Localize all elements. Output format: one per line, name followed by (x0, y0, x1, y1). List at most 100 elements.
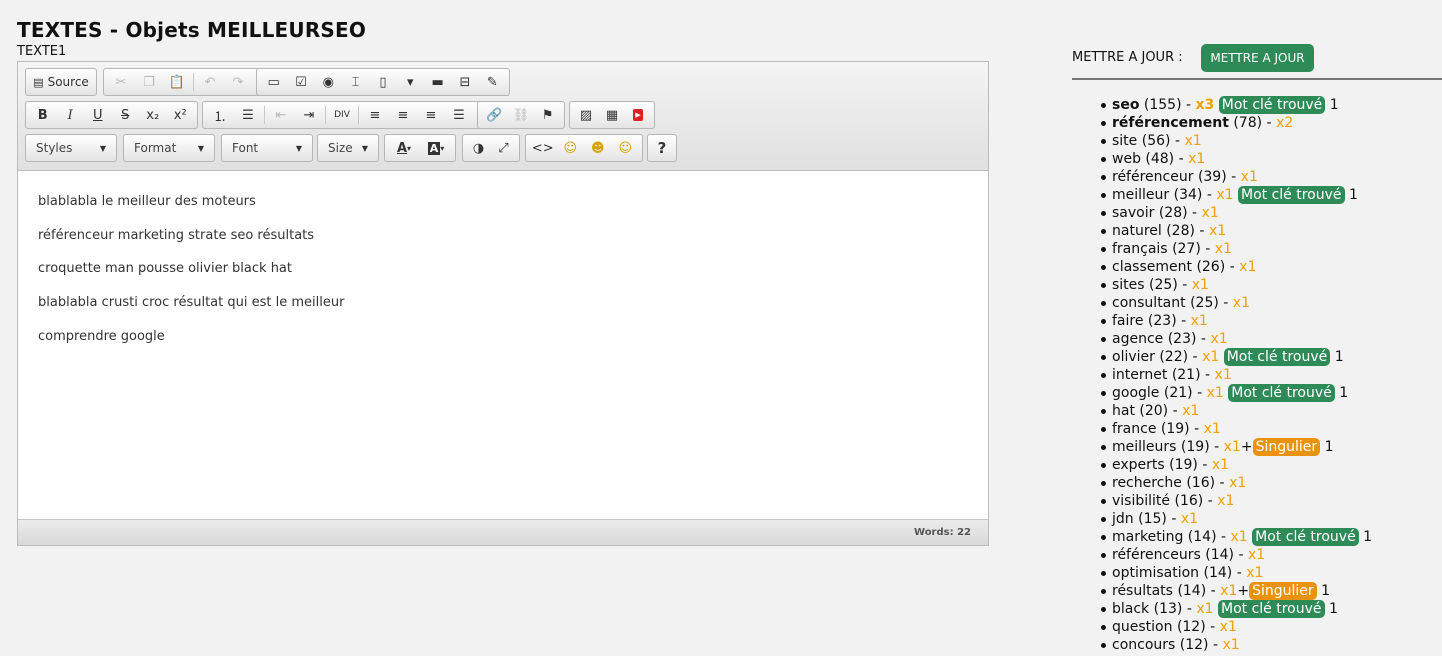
youtube-button[interactable]: ▶ (625, 104, 651, 126)
image-button[interactable]: ▨ (573, 104, 599, 126)
textfield-icon: ⌶ (351, 74, 360, 90)
hidden-field-button[interactable]: ✎ (479, 71, 506, 93)
keyword-separator: - (1219, 475, 1225, 491)
keyword-badge-count: 1 (1363, 529, 1373, 545)
text-name-label: TEXTE1 (17, 44, 67, 59)
keyword-word: savoir (1112, 205, 1155, 221)
keyword-count: (28) (1158, 205, 1188, 221)
align-left-button[interactable]: ≡ (361, 104, 389, 126)
keyword-multiplier: x1 (1214, 241, 1232, 257)
form-button-button[interactable]: ▬ (424, 71, 451, 93)
image-button-button[interactable]: ⊟ (451, 71, 478, 93)
keyword-count: (21) (1163, 385, 1193, 401)
separator (264, 106, 265, 124)
align-right-button[interactable]: ≡ (417, 104, 445, 126)
select-button[interactable]: ▾ (397, 71, 424, 93)
outdent-button[interactable]: ⇤ (267, 104, 295, 126)
align-center-button[interactable]: ≡ (389, 104, 417, 126)
maximize-button[interactable]: ⤢ (491, 137, 516, 159)
redo-button[interactable]: ↷ (224, 71, 252, 93)
subscript-button[interactable]: x₂ (139, 104, 167, 126)
code-button[interactable]: <> (529, 137, 557, 159)
radio-button[interactable]: ◉ (315, 71, 342, 93)
keyword-word: hat (1112, 403, 1135, 419)
bg-color-button[interactable]: A ▾ (420, 137, 452, 159)
keyword-word: google (1112, 385, 1160, 401)
wink-smiley-button[interactable]: ☺ (612, 137, 640, 159)
keyword-word: résultats (1112, 583, 1173, 599)
font-dropdown[interactable]: Font ▼ (221, 134, 313, 162)
indent-icon: ⇥ (303, 107, 315, 123)
keyword-multiplier: x1 (1182, 403, 1200, 419)
keyword-separator: - (1210, 619, 1216, 635)
smiley-button[interactable]: ☺ (557, 137, 585, 159)
update-button[interactable]: METTRE A JOUR (1201, 44, 1314, 72)
keyword-count: (14) (1203, 565, 1233, 581)
editor-content-area[interactable]: blablabla le meilleur des moteurs référe… (18, 171, 988, 519)
div-button[interactable]: DIV (328, 104, 356, 126)
link-icon: 🔗 (486, 107, 503, 123)
italic-button[interactable]: I (57, 104, 85, 126)
keyword-item: google (21) - x1 Mot clé trouvé 1 (1100, 384, 1372, 402)
show-blocks-button[interactable]: ◑ (466, 137, 491, 159)
keyword-item: référenceur (39) - x1 (1100, 168, 1372, 186)
keyword-word: france (1112, 421, 1157, 437)
subscript-icon: x₂ (146, 107, 160, 123)
keyword-separator: - (1231, 169, 1237, 185)
laugh-smiley-icon: ☻ (590, 140, 605, 156)
radio-icon: ◉ (322, 74, 334, 90)
bulleted-list-button[interactable]: ☰ (234, 104, 262, 126)
keyword-badge-count: 1 (1348, 187, 1358, 203)
keyword-count: (23) (1167, 331, 1197, 347)
keyword-word: concours (1112, 637, 1176, 653)
link-button[interactable]: 🔗 (481, 104, 508, 126)
text-color-button[interactable]: A ▾ (388, 137, 420, 159)
styles-dropdown[interactable]: Styles ▼ (25, 134, 117, 162)
indent-button[interactable]: ⇥ (295, 104, 323, 126)
source-button[interactable]: ▤ Source (29, 71, 93, 93)
textfield-button[interactable]: ⌶ (342, 71, 369, 93)
hidden-field-icon: ✎ (486, 74, 498, 90)
checkbox-button[interactable]: ☑ (287, 71, 314, 93)
chevron-down-icon: ▼ (197, 143, 204, 153)
keyword-badge-count: 1 (1329, 97, 1339, 113)
format-label: Format (134, 141, 177, 155)
keyword-word: question (1112, 619, 1173, 635)
keyword-count: (23) (1147, 313, 1177, 329)
keyword-word: experts (1112, 457, 1165, 473)
keyword-word: meilleur (1112, 187, 1170, 203)
keyword-item: français (27) - x1 (1100, 240, 1372, 258)
paste-button[interactable]: 📋 (163, 71, 191, 93)
superscript-button[interactable]: x² (167, 104, 195, 126)
laugh-smiley-button[interactable]: ☻ (584, 137, 612, 159)
unlink-button[interactable]: ⛓ (508, 104, 535, 126)
align-right-icon: ≡ (425, 107, 437, 123)
keyword-word: classement (1112, 259, 1192, 275)
form-button[interactable]: ▭ (260, 71, 287, 93)
textarea-button[interactable]: ▯ (369, 71, 396, 93)
textarea-icon: ▯ (379, 74, 387, 90)
keyword-badge: Mot clé trouvé (1218, 96, 1326, 114)
format-dropdown[interactable]: Format ▼ (123, 134, 215, 162)
anchor-button[interactable]: ⚑ (534, 104, 561, 126)
strike-button[interactable]: S (112, 104, 140, 126)
keyword-separator: - (1192, 349, 1198, 365)
underline-button[interactable]: U (84, 104, 112, 126)
help-button[interactable]: ? (651, 137, 673, 159)
cut-button[interactable]: ✂ (107, 71, 135, 93)
outdent-icon: ⇤ (275, 107, 287, 123)
keyword-separator: - (1221, 529, 1227, 545)
keyword-multiplier: x1 (1201, 205, 1219, 221)
undo-button[interactable]: ↶ (196, 71, 224, 93)
keyword-multiplier: x1 (1214, 367, 1232, 383)
justify-button[interactable]: ☰ (445, 104, 473, 126)
numbered-list-button[interactable]: ⒈ (206, 104, 234, 126)
copy-button[interactable]: ❐ (135, 71, 163, 93)
content-paragraph: référenceur marketing strate seo résulta… (38, 228, 315, 243)
table-button[interactable]: ▦ (599, 104, 625, 126)
bold-button[interactable]: B (29, 104, 57, 126)
content-paragraph: blablabla le meilleur des moteurs (38, 194, 256, 209)
size-dropdown[interactable]: Size ▼ (317, 134, 379, 162)
keyword-word: naturel (1112, 223, 1162, 239)
keyword-item: faire (23) - x1 (1100, 312, 1372, 330)
